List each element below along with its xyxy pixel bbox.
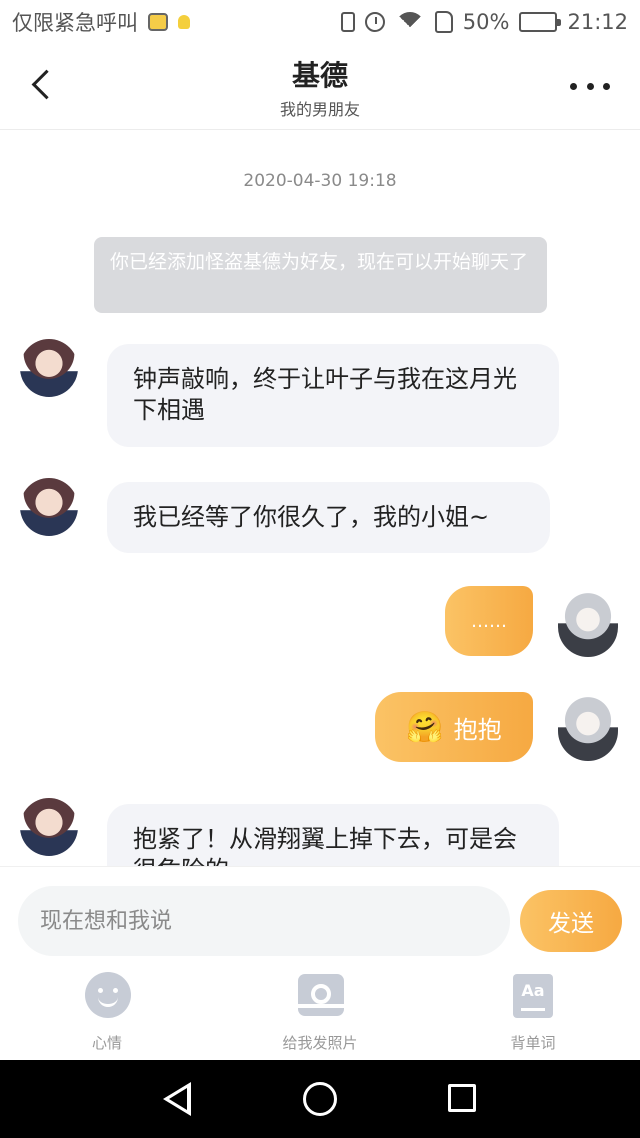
send-button[interactable]: 发送: [520, 890, 622, 952]
contact-subtitle: 我的男朋友: [279, 100, 360, 119]
wifi-icon: [394, 12, 425, 32]
compose-bar: 发送: [0, 866, 640, 960]
battery-icon: [519, 12, 562, 32]
clock: 21:12: [567, 10, 628, 34]
chat-header: 基德 我的男朋友: [0, 44, 640, 130]
feature-toolbar: 心情 给我发照片 Aa 背单词: [0, 960, 640, 1060]
friend-avatar[interactable]: [20, 339, 78, 397]
nav-recents-icon[interactable]: [448, 1084, 476, 1112]
friend-avatar[interactable]: [20, 478, 78, 536]
smiley-icon: [85, 972, 131, 1018]
more-button[interactable]: [570, 80, 610, 92]
carrier-text: 仅限紧急呼叫: [12, 11, 138, 35]
contact-name: 基德: [291, 59, 348, 92]
app-notification-icon: [148, 13, 168, 31]
friend-message-bubble[interactable]: 我已经等了你很久了，我的小姐~: [107, 482, 550, 553]
vocabulary-icon: Aa: [513, 974, 553, 1018]
sim-icon: [434, 11, 453, 33]
toolbar-item-vocabulary[interactable]: Aa 背单词: [473, 968, 593, 1052]
more-dot-icon: [603, 82, 610, 90]
status-right: 50% 21:12: [340, 10, 628, 34]
friend-message-bubble[interactable]: 抱紧了！从滑翔翼上掉下去，可是会很危险的: [107, 804, 559, 866]
battery-percent: 50%: [462, 10, 510, 34]
message-list[interactable]: 2020-04-30 19:18 你已经添加怪盗基德为好友，现在可以开始聊天了 …: [0, 131, 640, 866]
my-message-bubble[interactable]: ……: [445, 586, 533, 656]
message-timestamp: 2020-04-30 19:18: [243, 171, 397, 191]
hug-emoji-icon: 🤗: [406, 709, 444, 745]
toolbar-label: 背单词: [510, 1034, 556, 1052]
status-left: 仅限紧急呼叫: [12, 7, 341, 37]
toolbar-label: 心情: [91, 1034, 122, 1052]
message-input[interactable]: [18, 886, 510, 956]
system-navigation-bar: [0, 1060, 640, 1138]
my-message-bubble[interactable]: 🤗 抱抱: [375, 692, 533, 762]
toolbar-item-photo[interactable]: 给我发照片: [260, 968, 380, 1052]
friend-message-bubble[interactable]: 钟声敲响，终于让叶子与我在这月光下相遇: [107, 344, 559, 447]
app-screen: 仅限紧急呼叫 50% 21:12 基德 我的男朋友 2020-04-30 19:…: [0, 0, 640, 1138]
my-avatar[interactable]: [558, 589, 618, 657]
more-dot-icon: [570, 82, 577, 90]
vibrate-icon: [340, 12, 355, 32]
more-dot-icon: [586, 82, 594, 90]
toolbar-label: 给我发照片: [282, 1034, 358, 1052]
toolbar-item-mood[interactable]: 心情: [47, 968, 167, 1052]
my-message-text: ……: [471, 610, 507, 632]
bulb-notification-icon: [178, 15, 190, 29]
my-avatar[interactable]: [558, 693, 618, 761]
alarm-icon: [364, 12, 385, 32]
status-bar: 仅限紧急呼叫 50% 21:12: [0, 0, 640, 44]
nav-back-icon[interactable]: [163, 1082, 197, 1116]
my-message-text: 抱抱: [453, 715, 502, 744]
camera-icon: [298, 974, 344, 1016]
friend-avatar[interactable]: [20, 798, 78, 856]
system-message: 你已经添加怪盗基德为好友，现在可以开始聊天了: [94, 237, 547, 313]
nav-home-icon[interactable]: [303, 1082, 337, 1116]
